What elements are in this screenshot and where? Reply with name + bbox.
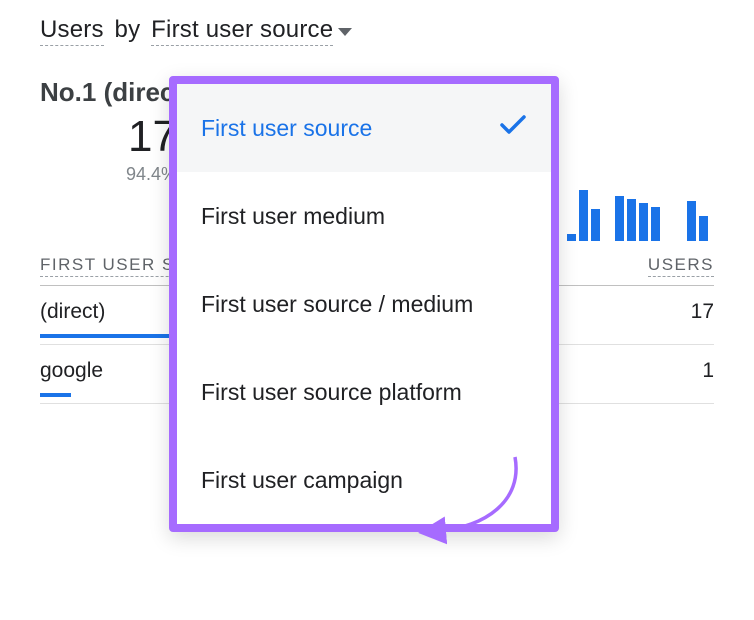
check-icon	[499, 114, 527, 142]
sparkline	[567, 183, 722, 241]
row-bar	[40, 393, 71, 397]
sparkline-bar	[591, 209, 600, 241]
chevron-down-icon[interactable]	[337, 17, 353, 45]
card-heading: Users by First user source	[40, 16, 714, 45]
sparkline-bar	[651, 207, 660, 241]
dropdown-option-label: First user source platform	[201, 379, 462, 406]
sparkline-bar	[639, 203, 648, 240]
dropdown-option-label: First user source	[201, 115, 372, 142]
dropdown-option[interactable]: First user source / medium	[177, 260, 551, 348]
by-text: by	[111, 16, 145, 43]
metric-link[interactable]: Users	[40, 16, 104, 46]
sparkline-bar	[615, 196, 624, 241]
dimension-dropdown-trigger[interactable]: First user source	[151, 16, 333, 46]
row-value: 1	[549, 344, 714, 403]
sparkline-bar	[687, 201, 696, 241]
row-value: 17	[549, 285, 714, 344]
dropdown-option-label: First user medium	[201, 203, 385, 230]
sparkline-bar	[699, 216, 708, 240]
sparkline-bar	[627, 199, 636, 241]
dropdown-option[interactable]: First user campaign	[177, 436, 551, 524]
dropdown-option[interactable]: First user source platform	[177, 348, 551, 436]
dropdown-option[interactable]: First user medium	[177, 172, 551, 260]
column-header-metric[interactable]: USERS	[549, 247, 714, 286]
dropdown-option[interactable]: First user source	[177, 84, 551, 172]
dimension-dropdown: First user source First user medium First …	[169, 76, 559, 532]
dropdown-option-label: First user source / medium	[201, 291, 473, 318]
sparkline-bar	[579, 190, 588, 241]
dropdown-option-label: First user campaign	[201, 467, 403, 494]
sparkline-bar	[567, 234, 576, 241]
